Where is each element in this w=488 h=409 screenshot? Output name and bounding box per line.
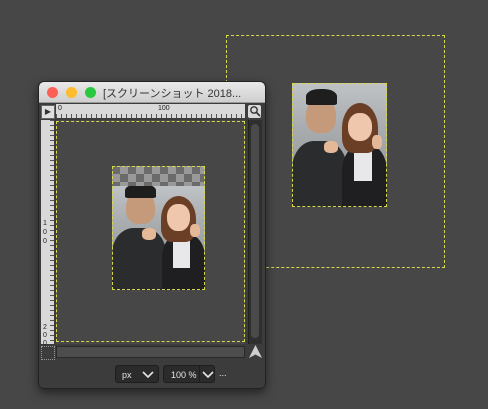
vruler-1: 1 xyxy=(43,220,47,227)
ruler-label-100: 100 xyxy=(158,105,170,112)
vertical-ruler[interactable]: 1 0 0 2 0 0 xyxy=(41,120,54,347)
quick-mask-icon[interactable] xyxy=(41,346,55,360)
navigate-icon[interactable] xyxy=(248,344,263,359)
vertical-scrollbar[interactable] xyxy=(248,120,262,344)
horizontal-scrollbar[interactable] xyxy=(56,346,245,358)
status-more: ... xyxy=(219,368,227,378)
background-photo-boundary xyxy=(292,83,387,207)
zoom-button[interactable] xyxy=(85,87,96,98)
window-title: [スクリーンショット 2018... xyxy=(103,88,242,100)
vruler-0c: 0 xyxy=(43,332,47,339)
triangle-menu-icon[interactable]: ▶ xyxy=(41,105,55,119)
unit-select[interactable]: px xyxy=(115,365,159,383)
unit-value: px xyxy=(122,370,132,380)
image-canvas[interactable] xyxy=(56,120,245,344)
chevron-down-icon xyxy=(142,371,154,379)
close-button[interactable] xyxy=(47,87,58,98)
vruler-2: 2 xyxy=(43,324,47,331)
zoom-value: 100 % xyxy=(171,370,197,380)
vruler-0b: 0 xyxy=(43,238,47,245)
image-window[interactable]: [スクリーンショット 2018... ▶ 0 100 1 0 0 2 0 0 p… xyxy=(38,81,266,389)
title-bar[interactable]: [スクリーンショット 2018... xyxy=(39,82,265,103)
chevron-down-icon xyxy=(202,371,214,379)
vertical-scroll-thumb[interactable] xyxy=(251,124,259,338)
status-bar: px 100 % ... xyxy=(39,360,265,388)
magnifier-icon[interactable] xyxy=(248,105,261,118)
ruler-label-0: 0 xyxy=(58,105,62,112)
layer-boundary xyxy=(112,166,205,290)
vruler-0a: 0 xyxy=(43,229,47,236)
zoom-field[interactable]: 100 % xyxy=(163,365,199,383)
horizontal-ruler[interactable]: 0 100 xyxy=(56,104,245,118)
minimize-button[interactable] xyxy=(66,87,77,98)
zoom-dropdown[interactable] xyxy=(199,365,215,383)
